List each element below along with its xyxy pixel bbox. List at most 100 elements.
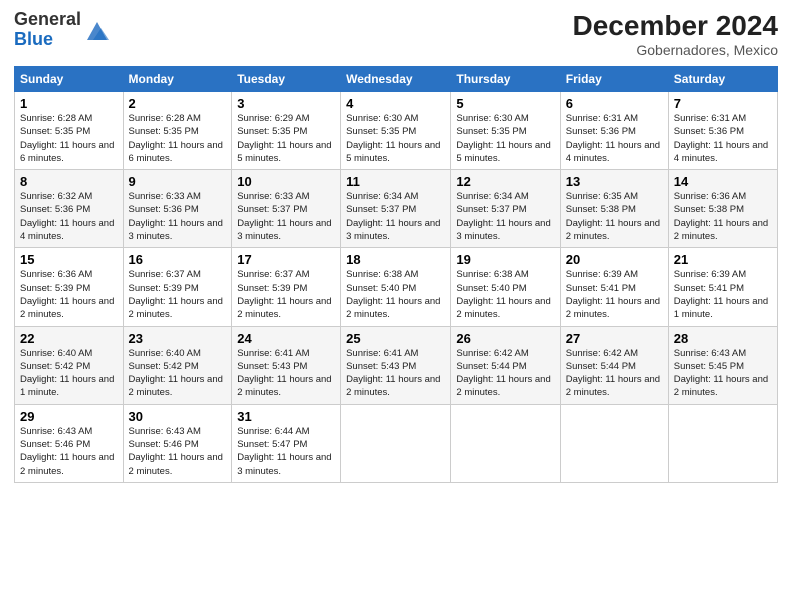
day-info: Sunrise: 6:40 AMSunset: 5:42 PMDaylight:… xyxy=(129,348,223,399)
day-number: 3 xyxy=(237,96,335,111)
day-info: Sunrise: 6:39 AMSunset: 5:41 PMDaylight:… xyxy=(566,269,660,320)
col-sunday: Sunday xyxy=(15,67,124,92)
day-info: Sunrise: 6:30 AMSunset: 5:35 PMDaylight:… xyxy=(346,113,440,164)
day-info: Sunrise: 6:40 AMSunset: 5:42 PMDaylight:… xyxy=(20,348,114,399)
day-info: Sunrise: 6:32 AMSunset: 5:36 PMDaylight:… xyxy=(20,191,114,242)
table-row: 26Sunrise: 6:42 AMSunset: 5:44 PMDayligh… xyxy=(451,326,560,404)
day-number: 26 xyxy=(456,331,554,346)
table-row xyxy=(668,404,777,482)
col-saturday: Saturday xyxy=(668,67,777,92)
month-year: December 2024 xyxy=(573,10,778,42)
table-row: 19 Sunrise: 6:38 AMSunset: 5:40 PMDayligh… xyxy=(451,248,560,326)
table-row: 28Sunrise: 6:43 AMSunset: 5:45 PMDayligh… xyxy=(668,326,777,404)
day-info: Sunrise: 6:38 AMSunset: 5:40 PMDaylight:… xyxy=(456,269,550,320)
table-row: 9 Sunrise: 6:33 AMSunset: 5:36 PMDaylight… xyxy=(123,170,232,248)
table-row: 7Sunrise: 6:31 AMSunset: 5:36 PMDaylight… xyxy=(668,92,777,170)
page-container: General Blue December 2024 Gobernadores,… xyxy=(0,0,792,493)
day-number: 24 xyxy=(237,331,335,346)
day-info: Sunrise: 6:28 AMSunset: 5:35 PMDaylight:… xyxy=(20,113,114,164)
logo-icon xyxy=(83,16,111,44)
col-tuesday: Tuesday xyxy=(232,67,341,92)
day-number: 8 xyxy=(20,174,118,189)
logo: General Blue xyxy=(14,10,111,50)
logo-blue-text: Blue xyxy=(14,29,53,49)
day-number: 6 xyxy=(566,96,663,111)
table-row: 15Sunrise: 6:36 AMSunset: 5:39 PMDayligh… xyxy=(15,248,124,326)
table-row: 31 Sunrise: 6:44 AMSunset: 5:47 PMDayligh… xyxy=(232,404,341,482)
calendar-body: 1 Sunrise: 6:28 AMSunset: 5:35 PMDaylight… xyxy=(15,92,778,483)
table-row: 3Sunrise: 6:29 AMSunset: 5:35 PMDaylight… xyxy=(232,92,341,170)
table-row: 8 Sunrise: 6:32 AMSunset: 5:36 PMDaylight… xyxy=(15,170,124,248)
table-row: 30 Sunrise: 6:43 AMSunset: 5:46 PMDayligh… xyxy=(123,404,232,482)
day-number: 9 xyxy=(129,174,227,189)
day-number: 31 xyxy=(237,409,335,424)
calendar-week-row: 1 Sunrise: 6:28 AMSunset: 5:35 PMDaylight… xyxy=(15,92,778,170)
day-info: Sunrise: 6:37 AMSunset: 5:39 PMDaylight:… xyxy=(237,269,331,320)
day-info: Sunrise: 6:41 AMSunset: 5:43 PMDaylight:… xyxy=(237,348,331,399)
location: Gobernadores, Mexico xyxy=(573,42,778,58)
table-row: 13Sunrise: 6:35 AMSunset: 5:38 PMDayligh… xyxy=(560,170,668,248)
table-row: 10 Sunrise: 6:33 AMSunset: 5:37 PMDayligh… xyxy=(232,170,341,248)
table-row: 16Sunrise: 6:37 AMSunset: 5:39 PMDayligh… xyxy=(123,248,232,326)
day-info: Sunrise: 6:42 AMSunset: 5:44 PMDaylight:… xyxy=(566,348,660,399)
logo-general-text: General xyxy=(14,9,81,29)
day-info: Sunrise: 6:38 AMSunset: 5:40 PMDaylight:… xyxy=(346,269,440,320)
day-number: 10 xyxy=(237,174,335,189)
table-row xyxy=(451,404,560,482)
table-row: 2Sunrise: 6:28 AMSunset: 5:35 PMDaylight… xyxy=(123,92,232,170)
day-info: Sunrise: 6:33 AMSunset: 5:36 PMDaylight:… xyxy=(129,191,223,242)
calendar-week-row: 15Sunrise: 6:36 AMSunset: 5:39 PMDayligh… xyxy=(15,248,778,326)
table-row: 25Sunrise: 6:41 AMSunset: 5:43 PMDayligh… xyxy=(341,326,451,404)
table-row: 21Sunrise: 6:39 AMSunset: 5:41 PMDayligh… xyxy=(668,248,777,326)
table-row: 5Sunrise: 6:30 AMSunset: 5:35 PMDaylight… xyxy=(451,92,560,170)
calendar-week-row: 22Sunrise: 6:40 AMSunset: 5:42 PMDayligh… xyxy=(15,326,778,404)
table-row: 12 Sunrise: 6:34 AMSunset: 5:37 PMDayligh… xyxy=(451,170,560,248)
day-number: 12 xyxy=(456,174,554,189)
day-info: Sunrise: 6:39 AMSunset: 5:41 PMDaylight:… xyxy=(674,269,768,320)
table-row: 24 Sunrise: 6:41 AMSunset: 5:43 PMDayligh… xyxy=(232,326,341,404)
table-row: 11 Sunrise: 6:34 AMSunset: 5:37 PMDayligh… xyxy=(341,170,451,248)
day-info: Sunrise: 6:34 AMSunset: 5:37 PMDaylight:… xyxy=(456,191,550,242)
day-number: 1 xyxy=(20,96,118,111)
day-number: 11 xyxy=(346,174,445,189)
day-info: Sunrise: 6:33 AMSunset: 5:37 PMDaylight:… xyxy=(237,191,331,242)
day-number: 19 xyxy=(456,252,554,267)
col-wednesday: Wednesday xyxy=(341,67,451,92)
day-number: 30 xyxy=(129,409,227,424)
day-info: Sunrise: 6:34 AMSunset: 5:37 PMDaylight:… xyxy=(346,191,440,242)
day-info: Sunrise: 6:44 AMSunset: 5:47 PMDaylight:… xyxy=(237,426,331,477)
day-number: 13 xyxy=(566,174,663,189)
table-row: 4Sunrise: 6:30 AMSunset: 5:35 PMDaylight… xyxy=(341,92,451,170)
table-row: 27 Sunrise: 6:42 AMSunset: 5:44 PMDayligh… xyxy=(560,326,668,404)
day-info: Sunrise: 6:30 AMSunset: 5:35 PMDaylight:… xyxy=(456,113,550,164)
col-thursday: Thursday xyxy=(451,67,560,92)
day-number: 20 xyxy=(566,252,663,267)
day-info: Sunrise: 6:36 AMSunset: 5:39 PMDaylight:… xyxy=(20,269,114,320)
calendar-header-row: Sunday Monday Tuesday Wednesday Thursday… xyxy=(15,67,778,92)
table-row xyxy=(341,404,451,482)
col-friday: Friday xyxy=(560,67,668,92)
table-row: 17 Sunrise: 6:37 AMSunset: 5:39 PMDayligh… xyxy=(232,248,341,326)
day-info: Sunrise: 6:43 AMSunset: 5:46 PMDaylight:… xyxy=(129,426,223,477)
calendar-week-row: 29 Sunrise: 6:43 AMSunset: 5:46 PMDayligh… xyxy=(15,404,778,482)
day-number: 29 xyxy=(20,409,118,424)
day-info: Sunrise: 6:37 AMSunset: 5:39 PMDaylight:… xyxy=(129,269,223,320)
day-info: Sunrise: 6:43 AMSunset: 5:45 PMDaylight:… xyxy=(674,348,768,399)
calendar-week-row: 8 Sunrise: 6:32 AMSunset: 5:36 PMDaylight… xyxy=(15,170,778,248)
table-row: 18 Sunrise: 6:38 AMSunset: 5:40 PMDayligh… xyxy=(341,248,451,326)
day-number: 2 xyxy=(129,96,227,111)
day-number: 27 xyxy=(566,331,663,346)
table-row xyxy=(560,404,668,482)
day-number: 18 xyxy=(346,252,445,267)
day-number: 23 xyxy=(129,331,227,346)
day-number: 7 xyxy=(674,96,772,111)
day-info: Sunrise: 6:36 AMSunset: 5:38 PMDaylight:… xyxy=(674,191,768,242)
table-row: 23 Sunrise: 6:40 AMSunset: 5:42 PMDayligh… xyxy=(123,326,232,404)
table-row: 6Sunrise: 6:31 AMSunset: 5:36 PMDaylight… xyxy=(560,92,668,170)
day-number: 17 xyxy=(237,252,335,267)
table-row: 22Sunrise: 6:40 AMSunset: 5:42 PMDayligh… xyxy=(15,326,124,404)
day-info: Sunrise: 6:41 AMSunset: 5:43 PMDaylight:… xyxy=(346,348,440,399)
day-number: 14 xyxy=(674,174,772,189)
table-row: 20 Sunrise: 6:39 AMSunset: 5:41 PMDayligh… xyxy=(560,248,668,326)
col-monday: Monday xyxy=(123,67,232,92)
